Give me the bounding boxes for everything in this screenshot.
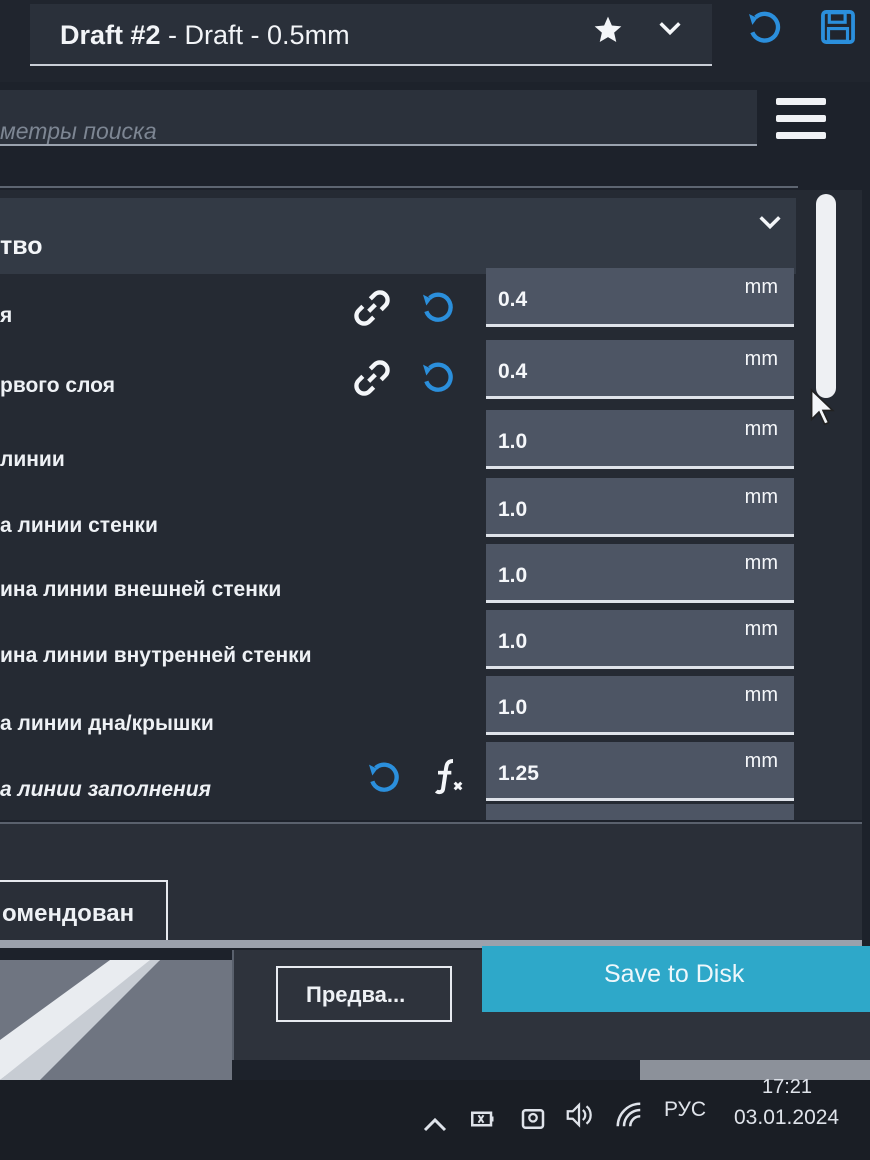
- preview-label: Предва...: [306, 982, 406, 1007]
- setting-label: ина линии внутренней стенки: [0, 644, 312, 667]
- recommended-label: омендован: [2, 900, 135, 927]
- setting-input[interactable]: 1.0 mm: [486, 610, 794, 669]
- setting-unit: mm: [744, 276, 778, 298]
- setting-value: 0.4: [498, 360, 528, 383]
- search-placeholder: метры поиска: [0, 118, 157, 144]
- reset-icon[interactable]: [418, 288, 458, 328]
- setting-value: 1.0: [498, 430, 528, 453]
- clock-date[interactable]: 03.01.2024: [734, 1106, 839, 1130]
- setting-unit: mm: [744, 684, 778, 706]
- setting-label: рвого слоя: [0, 374, 115, 397]
- setting-input[interactable]: 1.0 mm: [486, 410, 794, 469]
- function-icon[interactable]: [428, 756, 468, 796]
- save-to-disk-label: Save to Disk: [604, 960, 745, 988]
- setting-unit: mm: [744, 552, 778, 574]
- setting-input[interactable]: 1.0 mm: [486, 676, 794, 735]
- setting-value: 1.0: [498, 630, 528, 653]
- reset-icon[interactable]: [364, 758, 404, 798]
- setting-unit: mm: [744, 750, 778, 772]
- input-language[interactable]: РУС: [664, 1098, 706, 1122]
- setting-value: 1.0: [498, 498, 528, 521]
- setting-unit: mm: [744, 418, 778, 440]
- preview-button[interactable]: Предва...: [276, 966, 452, 1022]
- profile-title: Draft #2 - Draft - 0.5mm: [60, 20, 350, 51]
- mouse-cursor-icon: [810, 388, 835, 426]
- save-icon[interactable]: [818, 8, 858, 46]
- setting-input[interactable]: 1.0 mm: [486, 478, 794, 537]
- setting-value: 1.0: [498, 564, 528, 587]
- setting-value: 1.0: [498, 696, 528, 719]
- setting-input[interactable]: 1.25 mm: [486, 742, 794, 801]
- settings-search[interactable]: метры поиска: [0, 90, 757, 146]
- star-icon[interactable]: [592, 14, 624, 46]
- volume-icon[interactable]: [564, 1100, 594, 1130]
- link-icon[interactable]: [352, 288, 392, 328]
- recommended-button[interactable]: омендован: [0, 880, 168, 942]
- scrollbar-thumb[interactable]: [816, 194, 836, 398]
- setting-unit: mm: [744, 486, 778, 508]
- menu-icon[interactable]: [776, 98, 826, 144]
- setting-unit: mm: [744, 618, 778, 640]
- chevron-up-icon[interactable]: [420, 1110, 450, 1140]
- setting-label: линии: [0, 448, 65, 471]
- setting-label: я: [0, 304, 13, 327]
- setting-label: а линии стенки: [0, 514, 158, 537]
- setting-input[interactable]: 1.0 mm: [486, 544, 794, 603]
- reset-icon[interactable]: [418, 358, 458, 398]
- profile-description: - Draft - 0.5mm: [160, 20, 350, 50]
- setting-input[interactable]: 0.4 mm: [486, 268, 794, 327]
- setting-label: ина линии внешней стенки: [0, 578, 282, 601]
- setting-input[interactable]: 0.4 mm: [486, 340, 794, 399]
- setting-input-partial[interactable]: [486, 804, 794, 820]
- setting-unit: mm: [744, 348, 778, 370]
- profile-name: Draft #2: [60, 20, 161, 50]
- setting-label: а линии дна/крышки: [0, 712, 214, 735]
- setting-value: 1.25: [498, 762, 539, 785]
- meet-now-icon[interactable]: [518, 1104, 548, 1134]
- category-header[interactable]: [0, 198, 796, 274]
- setting-label: а линии заполнения: [0, 778, 211, 801]
- link-icon[interactable]: [352, 358, 392, 398]
- undo-icon[interactable]: [744, 8, 784, 50]
- chevron-down-icon[interactable]: [756, 208, 784, 236]
- setting-value: 0.4: [498, 288, 528, 311]
- chevron-down-icon[interactable]: [656, 14, 684, 42]
- category-title: тво: [0, 232, 43, 260]
- save-to-disk-button[interactable]: Save to Disk: [482, 946, 870, 1012]
- divider: [0, 186, 798, 188]
- viewport-stripe: [0, 960, 160, 1080]
- wifi-icon[interactable]: [614, 1100, 644, 1130]
- clock-time[interactable]: 17:21: [762, 1076, 812, 1099]
- battery-icon[interactable]: [466, 1104, 496, 1134]
